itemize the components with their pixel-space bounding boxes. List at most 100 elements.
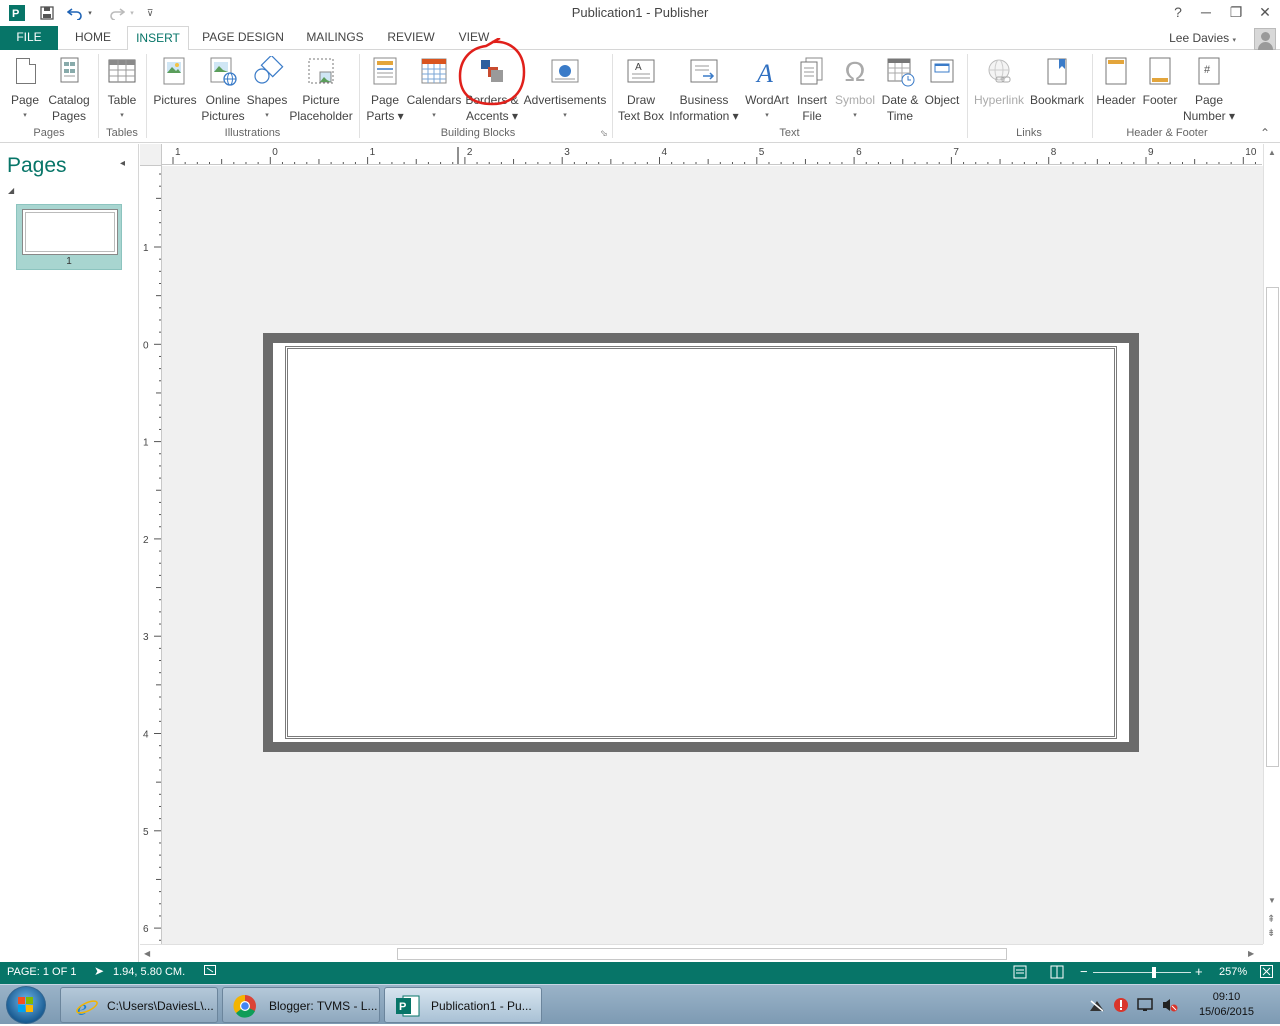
hyperlink-button[interactable]: Hyperlink: [970, 56, 1028, 108]
page-indicator[interactable]: PAGE: 1 OF 1: [7, 966, 77, 978]
page-parts-icon: [370, 56, 400, 88]
page-parts-label-1: Page: [370, 93, 400, 107]
ruler-label: 1: [370, 147, 376, 158]
ruler-label: 8: [1051, 147, 1057, 158]
horizontal-scrollbar[interactable]: ◀ ▶: [140, 944, 1263, 962]
header-button[interactable]: Header: [1094, 56, 1138, 108]
pictures-label: Pictures: [153, 93, 197, 107]
picture-placeholder-label-1: Picture: [302, 93, 340, 107]
tab-file[interactable]: FILE: [0, 26, 58, 50]
calendars-caret: ▾: [432, 112, 436, 119]
scroll-right-button[interactable]: ▶: [1248, 949, 1254, 958]
group-label-header-footer: Header & Footer: [1126, 127, 1208, 139]
tab-review[interactable]: REVIEW: [382, 26, 440, 50]
text-box-icon: A: [626, 56, 656, 88]
shapes-button[interactable]: Shapes ▾: [245, 54, 289, 124]
wordart-button[interactable]: A WordArt ▾: [742, 56, 792, 124]
page-button[interactable]: Page ▾: [4, 56, 46, 124]
collapse-pane-icon[interactable]: ◂: [120, 158, 125, 169]
minimize-button[interactable]: ─: [1192, 2, 1220, 22]
previous-page-button[interactable]: ⇞: [1267, 914, 1275, 925]
catalog-pages-label-2: Pages: [51, 109, 87, 123]
vertical-scrollbar[interactable]: ▲ ▼ ⇞ ⇟: [1263, 144, 1280, 944]
next-page-button[interactable]: ⇟: [1267, 928, 1275, 939]
table-button[interactable]: Table ▾: [100, 56, 144, 124]
ruler-label: 9: [1148, 147, 1154, 158]
catalog-pages-button[interactable]: Catalog Pages: [46, 56, 92, 124]
business-information-label-1: Business: [679, 93, 729, 107]
ruler-label: 2: [467, 147, 473, 158]
document-canvas[interactable]: [162, 166, 1263, 944]
taskbar-item-chrome[interactable]: Blogger: TVMS - L...: [222, 987, 380, 1023]
scroll-down-button[interactable]: ▼: [1268, 896, 1276, 905]
taskbar-item-label: C:\Users\DaviesL\...: [107, 999, 214, 1013]
dialog-launcher-icon[interactable]: ⬂: [600, 128, 608, 139]
online-pictures-button[interactable]: Online Pictures: [200, 56, 246, 124]
header-label: Header: [1096, 93, 1136, 107]
warning-icon[interactable]: [1113, 997, 1129, 1013]
ribbon-tabs: FILE HOME INSERT PAGE DESIGN MAILINGS RE…: [0, 26, 1280, 51]
two-page-view-icon[interactable]: [1050, 965, 1064, 982]
business-information-button[interactable]: Business Information ▾: [666, 56, 742, 124]
insert-file-button[interactable]: Insert File: [792, 56, 832, 124]
picture-placeholder-label-2: Placeholder: [289, 109, 353, 123]
ruler-corner: [140, 144, 162, 166]
horizontal-ruler[interactable]: 1 0 1 2 3 4 5 6 7 8 9 10: [162, 144, 1262, 165]
calendars-icon: [419, 56, 449, 88]
status-bar: PAGE: 1 OF 1 ➤ 1.94, 5.80 CM. − + 257%: [0, 962, 1280, 984]
table-label: Table: [107, 93, 137, 107]
zoom-level[interactable]: 257%: [1219, 966, 1247, 978]
zoom-out-button[interactable]: −: [1080, 964, 1088, 979]
scroll-left-button[interactable]: ◀: [144, 949, 150, 958]
footer-label: Footer: [1142, 93, 1178, 107]
zoom-slider-thumb[interactable]: [1152, 967, 1156, 978]
symbol-button[interactable]: Ω Symbol ▾: [832, 56, 878, 124]
advertisements-button[interactable]: Advertisements ▾: [522, 56, 608, 124]
page-thumbnail[interactable]: 1: [16, 204, 122, 270]
bookmark-button[interactable]: Bookmark: [1028, 56, 1086, 108]
volume-muted-icon[interactable]: [1161, 997, 1179, 1013]
expand-section-icon[interactable]: ◢: [8, 186, 14, 195]
calendars-button[interactable]: Calendars ▾: [406, 56, 462, 124]
group-divider: [967, 54, 968, 138]
publication-page[interactable]: [263, 333, 1139, 752]
date-time-button[interactable]: Date & Time: [878, 56, 922, 124]
help-button[interactable]: ?: [1164, 2, 1192, 22]
vertical-ruler[interactable]: 1 0 1 2 3 4 5 6: [140, 166, 162, 944]
taskbar-item-explorer[interactable]: e C:\Users\DaviesL\...: [60, 987, 218, 1023]
close-button[interactable]: ✕: [1251, 2, 1279, 22]
zoom-in-button[interactable]: +: [1195, 964, 1203, 979]
publisher-icon: P: [396, 995, 420, 1017]
clock[interactable]: 09:10 15/06/2015: [1199, 990, 1254, 1020]
display-icon[interactable]: [1137, 997, 1155, 1013]
pictures-button[interactable]: Pictures: [150, 56, 200, 108]
restore-button[interactable]: ❐: [1222, 2, 1250, 22]
taskbar-item-publisher[interactable]: P Publication1 - Pu...: [384, 987, 542, 1023]
collapse-ribbon-icon[interactable]: ⌃: [1260, 126, 1270, 140]
tab-insert[interactable]: INSERT: [127, 26, 189, 51]
tab-mailings[interactable]: MAILINGS: [300, 26, 370, 50]
horizontal-scroll-thumb[interactable]: [397, 948, 1007, 960]
object-button[interactable]: Object: [922, 56, 962, 108]
start-button[interactable]: [6, 986, 46, 1024]
zoom-slider-track[interactable]: [1093, 972, 1191, 973]
user-name[interactable]: Lee Davies ▾: [1169, 31, 1236, 45]
network-icon[interactable]: [1088, 997, 1106, 1013]
tab-page-design[interactable]: PAGE DESIGN: [196, 26, 290, 50]
ruler-label: 3: [143, 632, 149, 643]
online-pictures-label-2: Pictures: [201, 109, 245, 123]
page-number-button[interactable]: # Page Number ▾: [1182, 56, 1236, 124]
tab-home[interactable]: HOME: [64, 26, 122, 50]
page-caret: ▾: [23, 112, 27, 119]
footer-button[interactable]: Footer: [1138, 56, 1182, 108]
fit-page-icon[interactable]: [1260, 965, 1273, 981]
page-parts-button[interactable]: Page Parts ▾: [362, 56, 408, 124]
draw-text-box-button[interactable]: A Draw Text Box: [616, 56, 666, 124]
avatar[interactable]: [1254, 28, 1276, 50]
page-thumbnail-preview: [22, 209, 118, 255]
single-page-view-icon[interactable]: [1013, 965, 1027, 982]
hyperlink-icon: [984, 56, 1014, 88]
vertical-scroll-thumb[interactable]: [1266, 287, 1279, 767]
picture-placeholder-button[interactable]: Picture Placeholder: [288, 56, 354, 124]
scroll-up-button[interactable]: ▲: [1268, 148, 1276, 157]
